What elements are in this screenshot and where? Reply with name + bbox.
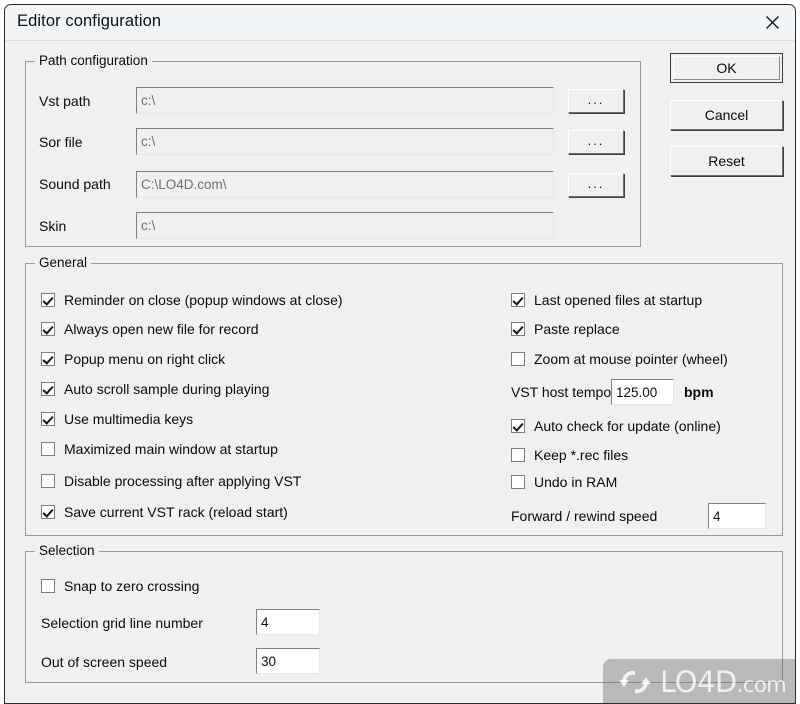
checkbox-auto-check-for-update[interactable]: Auto check for update (online) xyxy=(511,418,721,434)
checkbox-label: Maximized main window at startup xyxy=(64,441,278,457)
sor-file-browse-button[interactable]: ... xyxy=(568,130,624,154)
checkbox-box xyxy=(41,412,55,426)
out-of-screen-speed-input[interactable] xyxy=(256,648,320,674)
checkbox-label: Auto check for update (online) xyxy=(534,418,721,434)
vst-path-input[interactable] xyxy=(136,87,554,114)
checkbox-label: Undo in RAM xyxy=(534,474,618,490)
checkbox-box xyxy=(41,382,55,396)
checkbox-last-opened-files-at-startup[interactable]: Last opened files at startup xyxy=(511,292,702,308)
checkbox-box xyxy=(511,475,525,489)
vst-host-tempo-input[interactable] xyxy=(611,379,674,405)
checkbox-box xyxy=(41,442,55,456)
vst-path-label: Vst path xyxy=(39,93,91,109)
checkbox-popup-menu-on-right-click[interactable]: Popup menu on right click xyxy=(41,351,225,367)
close-icon xyxy=(765,16,779,29)
ok-button[interactable]: OK xyxy=(670,53,783,83)
forward-rewind-speed-input[interactable] xyxy=(708,503,766,529)
sound-path-label: Sound path xyxy=(39,176,111,192)
checkbox-label: Reminder on close (popup windows at clos… xyxy=(64,292,343,308)
forward-rewind-speed-label: Forward / rewind speed xyxy=(511,508,658,524)
checkbox-box xyxy=(511,322,525,336)
checkbox-label: Always open new file for record xyxy=(64,321,259,337)
checkbox-auto-scroll-sample-during-playing[interactable]: Auto scroll sample during playing xyxy=(41,381,269,397)
checkbox-label: Popup menu on right click xyxy=(64,351,226,367)
vst-host-tempo-unit: bpm xyxy=(684,384,714,400)
close-button[interactable] xyxy=(749,5,795,40)
skin-label: Skin xyxy=(39,218,67,234)
sound-path-input[interactable] xyxy=(136,171,554,198)
selection-legend: Selection xyxy=(35,543,99,558)
checkbox-disable-processing-after-applying-vst[interactable]: Disable processing after applying VST xyxy=(41,473,301,489)
checkbox-label: Disable processing after applying VST xyxy=(64,473,302,489)
cancel-button[interactable]: Cancel xyxy=(670,100,783,130)
sor-file-label: Sor file xyxy=(39,134,83,150)
checkbox-box xyxy=(41,505,55,519)
checkbox-box xyxy=(41,322,55,336)
checkbox-keep-rec-files[interactable]: Keep *.rec files xyxy=(511,447,628,463)
checkbox-label: Save current VST rack (reload start) xyxy=(64,504,288,520)
sor-file-input[interactable] xyxy=(136,128,554,155)
out-of-screen-speed-label: Out of screen speed xyxy=(41,654,168,670)
checkbox-reminder-on-close[interactable]: Reminder on close (popup windows at clos… xyxy=(41,292,343,308)
vst-path-browse-button[interactable]: ... xyxy=(568,89,624,113)
checkbox-undo-in-ram[interactable]: Undo in RAM xyxy=(511,474,617,490)
checkbox-always-open-new-file-for-record[interactable]: Always open new file for record xyxy=(41,321,259,337)
checkbox-label: Keep *.rec files xyxy=(534,447,629,463)
skin-input[interactable] xyxy=(136,212,554,239)
title-bar: Editor configuration xyxy=(5,5,795,41)
checkbox-box xyxy=(511,419,525,433)
path-configuration-legend: Path configuration xyxy=(35,53,152,68)
window-title: Editor configuration xyxy=(17,12,162,30)
checkbox-box xyxy=(511,448,525,462)
checkbox-paste-replace[interactable]: Paste replace xyxy=(511,321,620,337)
checkbox-label: Use multimedia keys xyxy=(64,411,194,427)
reset-button[interactable]: Reset xyxy=(670,146,783,176)
checkbox-box xyxy=(511,352,525,366)
checkbox-label: Paste replace xyxy=(534,321,620,337)
vst-host-tempo-label: VST host tempo xyxy=(511,384,612,400)
ok-button-label: OK xyxy=(673,56,780,80)
checkbox-box xyxy=(41,293,55,307)
checkbox-box xyxy=(41,474,55,488)
checkbox-label: Snap to zero crossing xyxy=(64,578,200,594)
checkbox-label: Zoom at mouse pointer (wheel) xyxy=(534,351,728,367)
checkbox-box xyxy=(41,579,55,593)
selection-grid-line-number-label: Selection grid line number xyxy=(41,615,203,631)
checkbox-label: Last opened files at startup xyxy=(534,292,703,308)
checkbox-snap-to-zero-crossing[interactable]: Snap to zero crossing xyxy=(41,578,199,594)
checkbox-maximized-main-window-at-startup[interactable]: Maximized main window at startup xyxy=(41,441,278,457)
editor-configuration-dialog: Editor configuration Path configuration … xyxy=(4,4,796,704)
selection-grid-line-number-input[interactable] xyxy=(256,609,320,635)
checkbox-label: Auto scroll sample during playing xyxy=(64,381,270,397)
checkbox-save-current-vst-rack[interactable]: Save current VST rack (reload start) xyxy=(41,504,288,520)
checkbox-box xyxy=(511,293,525,307)
general-legend: General xyxy=(35,255,92,270)
checkbox-use-multimedia-keys[interactable]: Use multimedia keys xyxy=(41,411,193,427)
sound-path-browse-button[interactable]: ... xyxy=(568,173,624,197)
checkbox-zoom-at-mouse-pointer[interactable]: Zoom at mouse pointer (wheel) xyxy=(511,351,728,367)
checkbox-box xyxy=(41,352,55,366)
